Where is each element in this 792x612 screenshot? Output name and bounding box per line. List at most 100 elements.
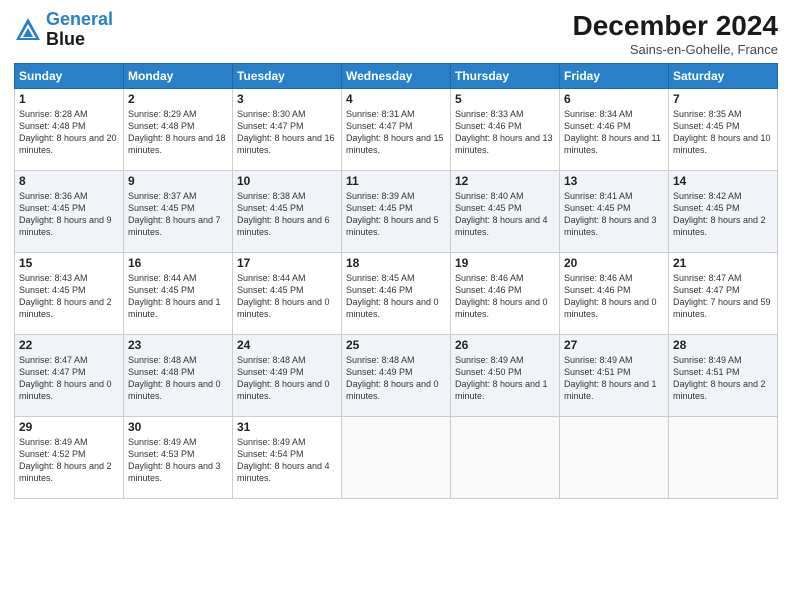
cell-info: Sunrise: 8:48 AMSunset: 4:49 PMDaylight:…: [237, 354, 337, 403]
day-number: 23: [128, 338, 228, 352]
cell-info: Sunrise: 8:40 AMSunset: 4:45 PMDaylight:…: [455, 190, 555, 239]
header: General Blue December 2024 Sains-en-Gohe…: [14, 10, 778, 57]
week-row-4: 22 Sunrise: 8:47 AMSunset: 4:47 PMDayligh…: [15, 335, 778, 417]
day-number: 8: [19, 174, 119, 188]
day-number: 17: [237, 256, 337, 270]
cal-cell: 29 Sunrise: 8:49 AMSunset: 4:52 PMDayligh…: [15, 417, 124, 499]
cal-cell: [560, 417, 669, 499]
logo: General Blue: [14, 10, 113, 50]
day-number: 7: [673, 92, 773, 106]
calendar-table: SundayMondayTuesdayWednesdayThursdayFrid…: [14, 63, 778, 499]
logo-general: General: [46, 9, 113, 29]
week-row-5: 29 Sunrise: 8:49 AMSunset: 4:52 PMDayligh…: [15, 417, 778, 499]
day-number: 16: [128, 256, 228, 270]
cal-cell: 18 Sunrise: 8:45 AMSunset: 4:46 PMDayligh…: [342, 253, 451, 335]
day-number: 2: [128, 92, 228, 106]
cal-cell: [342, 417, 451, 499]
subtitle: Sains-en-Gohelle, France: [573, 42, 778, 57]
day-number: 22: [19, 338, 119, 352]
week-row-1: 1 Sunrise: 8:28 AMSunset: 4:48 PMDaylight…: [15, 89, 778, 171]
cal-cell: 8 Sunrise: 8:36 AMSunset: 4:45 PMDaylight…: [15, 171, 124, 253]
page: General Blue December 2024 Sains-en-Gohe…: [0, 0, 792, 612]
cell-info: Sunrise: 8:29 AMSunset: 4:48 PMDaylight:…: [128, 108, 228, 157]
weekday-header-wednesday: Wednesday: [342, 64, 451, 89]
day-number: 5: [455, 92, 555, 106]
day-number: 28: [673, 338, 773, 352]
cal-cell: 26 Sunrise: 8:49 AMSunset: 4:50 PMDayligh…: [451, 335, 560, 417]
weekday-header-friday: Friday: [560, 64, 669, 89]
cell-info: Sunrise: 8:49 AMSunset: 4:50 PMDaylight:…: [455, 354, 555, 403]
cal-cell: 3Sunrise: 8:30 AMSunset: 4:47 PMDaylight…: [233, 89, 342, 171]
title-block: December 2024 Sains-en-Gohelle, France: [573, 10, 778, 57]
day-number: 18: [346, 256, 446, 270]
cell-info: Sunrise: 8:49 AMSunset: 4:53 PMDaylight:…: [128, 436, 228, 485]
cell-info: Sunrise: 8:49 AMSunset: 4:54 PMDaylight:…: [237, 436, 337, 485]
cal-cell: 20 Sunrise: 8:46 AMSunset: 4:46 PMDayligh…: [560, 253, 669, 335]
cal-cell: 24 Sunrise: 8:48 AMSunset: 4:49 PMDayligh…: [233, 335, 342, 417]
day-number: 26: [455, 338, 555, 352]
cell-info: Sunrise: 8:48 AMSunset: 4:49 PMDaylight:…: [346, 354, 446, 403]
cal-cell: 15 Sunrise: 8:43 AMSunset: 4:45 PMDayligh…: [15, 253, 124, 335]
month-title: December 2024: [573, 10, 778, 42]
day-number: 12: [455, 174, 555, 188]
cal-cell: 10 Sunrise: 8:38 AMSunset: 4:45 PMDayligh…: [233, 171, 342, 253]
cell-info: Sunrise: 8:49 AMSunset: 4:51 PMDaylight:…: [564, 354, 664, 403]
day-number: 11: [346, 174, 446, 188]
cell-info: Sunrise: 8:38 AMSunset: 4:45 PMDaylight:…: [237, 190, 337, 239]
cal-cell: 1 Sunrise: 8:28 AMSunset: 4:48 PMDaylight…: [15, 89, 124, 171]
weekday-header-monday: Monday: [124, 64, 233, 89]
cell-info: Sunrise: 8:39 AMSunset: 4:45 PMDaylight:…: [346, 190, 446, 239]
day-number: 10: [237, 174, 337, 188]
cell-info: Sunrise: 8:42 AMSunset: 4:45 PMDaylight:…: [673, 190, 773, 239]
cal-cell: 11 Sunrise: 8:39 AMSunset: 4:45 PMDayligh…: [342, 171, 451, 253]
day-number: 20: [564, 256, 664, 270]
cal-cell: 28Sunrise: 8:49 AMSunset: 4:51 PMDayligh…: [669, 335, 778, 417]
cal-cell: 21 Sunrise: 8:47 AMSunset: 4:47 PMDayligh…: [669, 253, 778, 335]
cal-cell: 27 Sunrise: 8:49 AMSunset: 4:51 PMDayligh…: [560, 335, 669, 417]
cell-info: Sunrise: 8:36 AMSunset: 4:45 PMDaylight:…: [19, 190, 119, 239]
cell-info: Sunrise: 8:41 AMSunset: 4:45 PMDaylight:…: [564, 190, 664, 239]
cal-cell: 2 Sunrise: 8:29 AMSunset: 4:48 PMDaylight…: [124, 89, 233, 171]
cell-info: Sunrise: 8:35 AMSunset: 4:45 PMDaylight:…: [673, 108, 773, 157]
day-number: 13: [564, 174, 664, 188]
day-number: 14: [673, 174, 773, 188]
day-number: 25: [346, 338, 446, 352]
cell-info: Sunrise: 8:43 AMSunset: 4:45 PMDaylight:…: [19, 272, 119, 321]
day-number: 4: [346, 92, 446, 106]
cell-info: Sunrise: 8:48 AMSunset: 4:48 PMDaylight:…: [128, 354, 228, 403]
cal-cell: [669, 417, 778, 499]
day-number: 31: [237, 420, 337, 434]
cal-cell: [451, 417, 560, 499]
day-number: 24: [237, 338, 337, 352]
weekday-header-saturday: Saturday: [669, 64, 778, 89]
day-number: 27: [564, 338, 664, 352]
cal-cell: 19Sunrise: 8:46 AMSunset: 4:46 PMDayligh…: [451, 253, 560, 335]
day-number: 1: [19, 92, 119, 106]
cell-info: Sunrise: 8:47 AMSunset: 4:47 PMDaylight:…: [19, 354, 119, 403]
cell-info: Sunrise: 8:33 AMSunset: 4:46 PMDaylight:…: [455, 108, 555, 157]
day-number: 29: [19, 420, 119, 434]
weekday-header-tuesday: Tuesday: [233, 64, 342, 89]
cell-info: Sunrise: 8:47 AMSunset: 4:47 PMDaylight:…: [673, 272, 773, 321]
cal-cell: 16Sunrise: 8:44 AMSunset: 4:45 PMDayligh…: [124, 253, 233, 335]
day-number: 30: [128, 420, 228, 434]
cal-cell: 17 Sunrise: 8:44 AMSunset: 4:45 PMDayligh…: [233, 253, 342, 335]
cell-info: Sunrise: 8:28 AMSunset: 4:48 PMDaylight:…: [19, 108, 119, 157]
cal-cell: 9Sunrise: 8:37 AMSunset: 4:45 PMDaylight…: [124, 171, 233, 253]
day-number: 6: [564, 92, 664, 106]
cal-cell: 13 Sunrise: 8:41 AMSunset: 4:45 PMDayligh…: [560, 171, 669, 253]
week-row-3: 15 Sunrise: 8:43 AMSunset: 4:45 PMDayligh…: [15, 253, 778, 335]
day-number: 15: [19, 256, 119, 270]
cell-info: Sunrise: 8:37 AMSunset: 4:45 PMDaylight:…: [128, 190, 228, 239]
cell-info: Sunrise: 8:44 AMSunset: 4:45 PMDaylight:…: [237, 272, 337, 321]
weekday-header-sunday: Sunday: [15, 64, 124, 89]
cal-cell: 5 Sunrise: 8:33 AMSunset: 4:46 PMDaylight…: [451, 89, 560, 171]
day-number: 3: [237, 92, 337, 106]
day-number: 21: [673, 256, 773, 270]
cell-info: Sunrise: 8:49 AMSunset: 4:52 PMDaylight:…: [19, 436, 119, 485]
cal-cell: 31 Sunrise: 8:49 AMSunset: 4:54 PMDayligh…: [233, 417, 342, 499]
cal-cell: 7 Sunrise: 8:35 AMSunset: 4:45 PMDaylight…: [669, 89, 778, 171]
cell-info: Sunrise: 8:45 AMSunset: 4:46 PMDaylight:…: [346, 272, 446, 321]
week-row-2: 8 Sunrise: 8:36 AMSunset: 4:45 PMDaylight…: [15, 171, 778, 253]
cell-info: Sunrise: 8:46 AMSunset: 4:46 PMDaylight:…: [564, 272, 664, 321]
